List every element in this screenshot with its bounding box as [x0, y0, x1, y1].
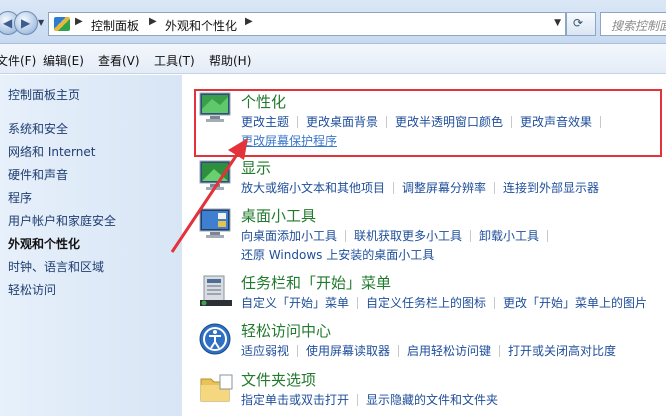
annotation-arrow-icon [170, 138, 248, 253]
